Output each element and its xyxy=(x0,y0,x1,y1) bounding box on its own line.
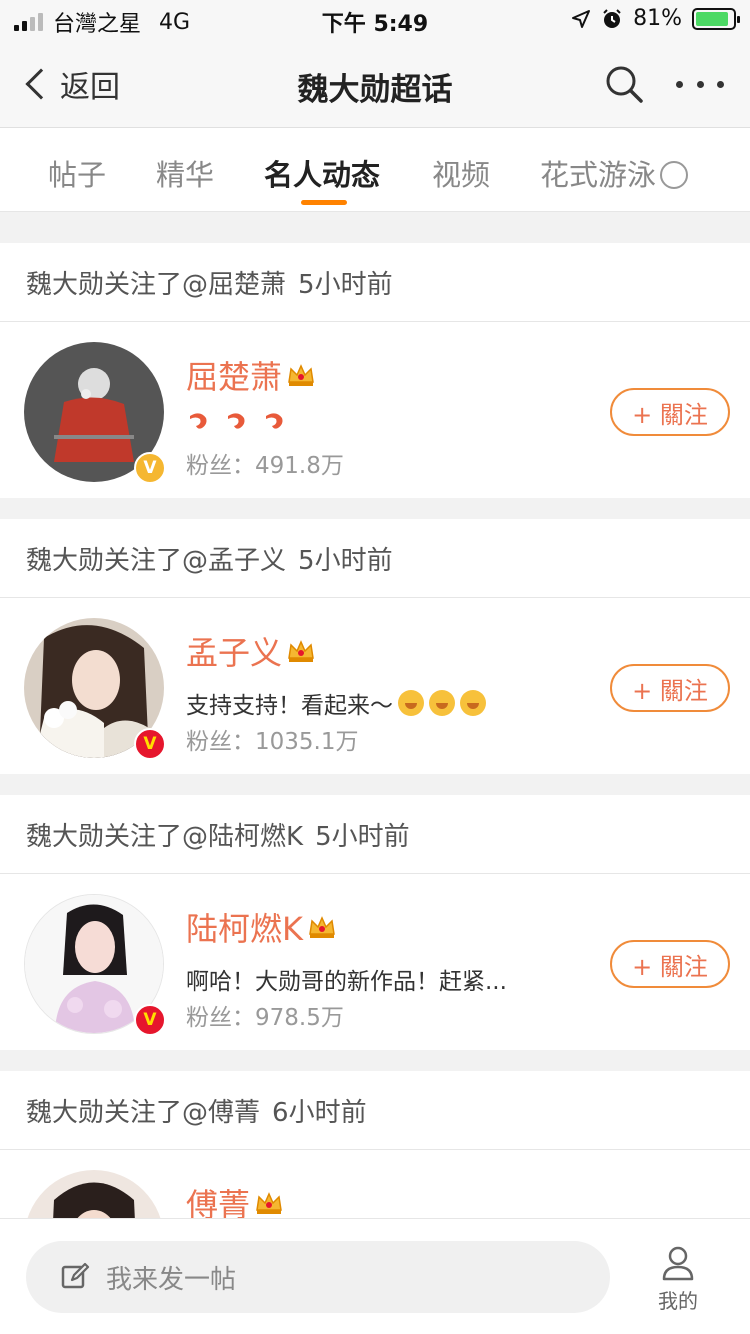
crown-icon xyxy=(288,640,314,662)
username[interactable]: 陆柯燃K xyxy=(186,904,337,950)
tab-bar: 帖子 精华 名人动态 视频 花式游泳 xyxy=(0,128,750,212)
search-button[interactable] xyxy=(604,64,644,104)
more-dot-icon xyxy=(717,80,724,88)
verified-badge: V xyxy=(134,728,166,760)
mention-link[interactable]: @傅菁 xyxy=(182,1092,260,1129)
compose-placeholder: 我来发一帖 xyxy=(106,1264,237,1295)
bio xyxy=(186,410,300,432)
status-bar: 台灣之星 4G 下午 5:49 81% xyxy=(0,0,750,40)
bio-text: 啊哈！大勋哥的新作品！赶紧... xyxy=(186,969,507,995)
action-text: 魏大勋关注了 xyxy=(26,269,183,300)
timestamp: 5小时前 xyxy=(298,269,393,300)
blush-emoji-icon xyxy=(460,690,486,716)
user-row[interactable]: V 孟子义 支持支持！看起来～ 粉丝：1035.1万 + 關注 xyxy=(0,598,750,774)
crown-icon xyxy=(256,1192,282,1214)
feed-card: 魏大勋关注了 @孟子义 5小时前 V 孟子义 支持支持！看起来～ 粉丝：1035… xyxy=(0,519,750,774)
battery-percent: 81% xyxy=(633,6,682,31)
edit-icon xyxy=(61,1262,90,1289)
user-icon xyxy=(662,1246,694,1281)
blush-emoji-icon xyxy=(429,690,455,716)
follow-button[interactable]: + 關注 xyxy=(610,664,730,712)
compose-post-input[interactable]: 我来发一帖 xyxy=(26,1241,610,1313)
follow-button[interactable]: + 關注 xyxy=(610,940,730,988)
verified-badge: V xyxy=(134,452,166,484)
tab-featured[interactable]: 精华 xyxy=(156,152,214,194)
tab-videos[interactable]: 视频 xyxy=(432,152,490,194)
bio-text: 支持支持！看起来～ xyxy=(186,693,393,719)
username[interactable]: 屈楚萧 xyxy=(186,352,316,398)
tab-synchronized-swimming[interactable]: 花式游泳 xyxy=(540,152,689,194)
action-text: 魏大勋关注了 xyxy=(26,1097,183,1128)
username-text: 屈楚萧 xyxy=(186,358,283,396)
location-icon xyxy=(572,9,591,28)
timestamp: 5小时前 xyxy=(298,545,393,576)
timestamp: 5小时前 xyxy=(315,821,410,852)
more-button[interactable] xyxy=(676,70,724,98)
card-header: 魏大勋关注了 @傅菁 6小时前 xyxy=(0,1071,750,1150)
card-header: 魏大勋关注了 @陆柯燃K 5小时前 xyxy=(0,795,750,874)
crown-icon xyxy=(288,364,314,386)
tab-celebrity-updates[interactable]: 名人动态 xyxy=(264,152,380,194)
fan-count: 粉丝：491.8万 xyxy=(186,453,344,479)
card-header: 魏大勋关注了 @屈楚萧 5小时前 xyxy=(0,243,750,322)
username-text: 陆柯燃K xyxy=(186,910,303,948)
tab-label: 花式游泳 xyxy=(540,158,657,192)
feed-card: 魏大勋关注了 @陆柯燃K 5小时前 V 陆柯燃K 啊哈！大勋哥的新作品！赶紧..… xyxy=(0,795,750,1050)
timestamp: 6小时前 xyxy=(272,1097,367,1128)
tab-posts[interactable]: 帖子 xyxy=(48,152,106,194)
status-right: 81% xyxy=(571,6,740,31)
fan-count: 粉丝：1035.1万 xyxy=(186,729,359,755)
bottom-bar: 我来发一帖 我的 xyxy=(0,1218,750,1334)
emoji-icon xyxy=(660,161,689,189)
me-label: 我的 xyxy=(658,1289,698,1313)
alarm-icon xyxy=(603,8,621,28)
more-dot-icon xyxy=(696,80,704,88)
mention-link[interactable]: @孟子义 xyxy=(182,540,286,577)
blush-emoji-icon xyxy=(398,690,424,716)
search-icon xyxy=(606,66,643,103)
verified-badge: V xyxy=(134,1004,166,1036)
action-text: 魏大勋关注了 xyxy=(26,545,183,576)
shrimp-emoji-icon xyxy=(266,413,283,429)
nav-bar: 返回 魏大勋超话 xyxy=(0,40,750,128)
mention-link[interactable]: @屈楚萧 xyxy=(182,264,286,301)
action-text: 魏大勋关注了 xyxy=(26,821,183,852)
bio: 啊哈！大勋哥的新作品！赶紧... xyxy=(186,962,507,996)
more-dot-icon xyxy=(676,80,683,88)
fan-count: 粉丝：978.5万 xyxy=(186,1005,344,1031)
card-header: 魏大勋关注了 @孟子义 5小时前 xyxy=(0,519,750,598)
username[interactable]: 孟子义 xyxy=(186,628,316,674)
mention-link[interactable]: @陆柯燃K xyxy=(182,816,303,853)
feed-card: 魏大勋关注了 @屈楚萧 5小时前 V 屈楚萧 粉丝：491.8万 + 關注 xyxy=(0,243,750,498)
shrimp-emoji-icon xyxy=(228,413,245,429)
active-tab-indicator xyxy=(301,200,347,205)
feed-card: 魏大勋关注了 @傅菁 6小时前 傅菁 xyxy=(0,1071,750,1231)
battery-icon xyxy=(692,7,740,30)
user-row[interactable]: V 陆柯燃K 啊哈！大勋哥的新作品！赶紧... 粉丝：978.5万 + 關注 xyxy=(0,874,750,1050)
user-row[interactable]: V 屈楚萧 粉丝：491.8万 + 關注 xyxy=(0,322,750,498)
shrimp-emoji-icon xyxy=(190,413,207,429)
follow-button[interactable]: + 關注 xyxy=(610,388,730,436)
username-text: 孟子义 xyxy=(186,634,283,672)
bio: 支持支持！看起来～ xyxy=(186,686,486,720)
crown-icon xyxy=(309,916,335,938)
me-tab-button[interactable]: 我的 xyxy=(646,1245,710,1313)
